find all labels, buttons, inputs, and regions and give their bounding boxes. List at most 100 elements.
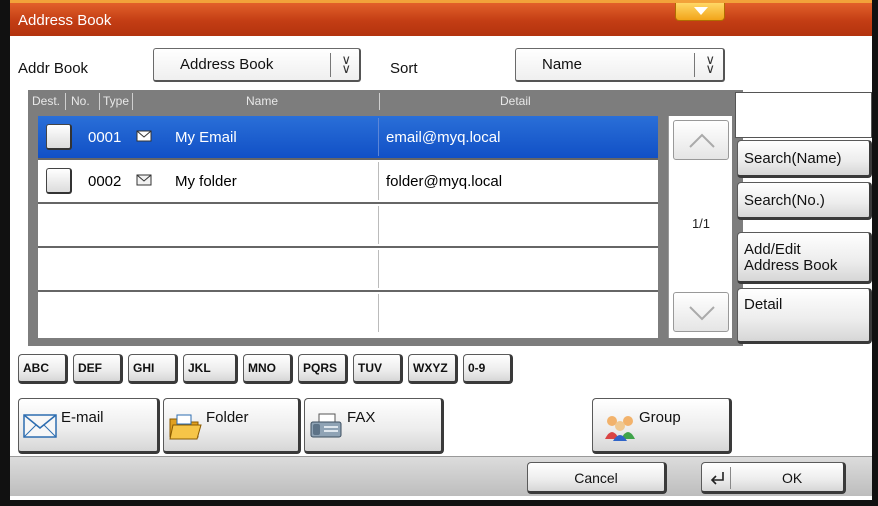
address-rows: 0001 My Email email@myq.local 0002 My fo… (38, 116, 658, 338)
ok-separator (730, 467, 731, 489)
alpha-key-pqrs[interactable]: PQRS (298, 354, 348, 384)
table-row-empty (38, 248, 658, 292)
entry-detail: email@myq.local (386, 129, 501, 146)
header-name: Name (246, 94, 279, 108)
search-name-label: Search(Name) (744, 150, 842, 167)
dropdown-separator (694, 53, 695, 77)
address-list-panel: Dest. No. Type Name Detail 0001 My Email… (28, 90, 743, 346)
column-separator (378, 162, 379, 200)
add-edit-address-book-button[interactable]: Add/Edit Address Book (737, 232, 872, 284)
folder-icon (169, 414, 202, 440)
page-indicator: 1/1 (691, 216, 711, 231)
envelope-icon (136, 130, 152, 142)
ok-label: OK (782, 470, 803, 486)
search-number-button[interactable]: Search(No.) (737, 182, 872, 220)
table-row-empty (38, 204, 658, 248)
cancel-label: Cancel (574, 470, 618, 486)
search-input[interactable] (735, 92, 872, 138)
detail-label: Detail (744, 296, 783, 313)
ok-button[interactable]: OK (701, 462, 846, 494)
dropdown-separator (330, 53, 331, 77)
search-name-button[interactable]: Search(Name) (737, 140, 872, 178)
header-dest: Dest. (32, 94, 61, 108)
title-bar: Address Book (10, 0, 872, 36)
alpha-key-tuv[interactable]: TUV (353, 354, 403, 384)
alpha-key-mno[interactable]: MNO (243, 354, 293, 384)
folder-type-label: Folder (206, 409, 249, 426)
screen: Address Book Addr Book Address Book ∨ ∨ S… (10, 0, 872, 500)
sort-dropdown[interactable]: Name ∨ ∨ (515, 48, 725, 82)
addr-book-dropdown[interactable]: Address Book ∨ ∨ (153, 48, 361, 82)
entry-number: 0002 (88, 173, 122, 190)
envelope-icon (136, 174, 152, 186)
cancel-button[interactable]: Cancel (527, 462, 667, 494)
column-separator (378, 206, 379, 244)
double-chevron-down-icon: ∨ ∨ (705, 52, 715, 76)
device-frame: Address Book Addr Book Address Book ∨ ∨ S… (0, 0, 878, 506)
alpha-key-label: ABC (23, 361, 49, 375)
chevron-up-icon (689, 133, 715, 148)
alpha-key-label: JKL (188, 361, 211, 375)
search-number-label: Search(No.) (744, 192, 825, 209)
header-detail: Detail (500, 94, 531, 108)
header-separator (99, 93, 100, 110)
envelope-icon (23, 414, 57, 438)
list-header: Dest. No. Type Name Detail (28, 90, 673, 114)
fax-type-label: FAX (347, 409, 376, 426)
addr-book-label: Addr Book (18, 60, 89, 77)
alpha-key-label: 0-9 (468, 361, 486, 375)
dest-checkbox[interactable] (46, 124, 72, 150)
entry-detail: folder@myq.local (386, 173, 503, 190)
folder-type-button[interactable]: Folder (163, 398, 301, 454)
column-separator (378, 250, 379, 288)
column-separator (378, 294, 379, 332)
entry-name: My folder (175, 173, 237, 190)
group-type-label: Group (639, 409, 681, 426)
list-scroller: 1/1 (668, 116, 732, 338)
fax-icon (310, 413, 342, 438)
chevron-down-icon (689, 306, 715, 321)
entry-number: 0001 (88, 129, 122, 146)
email-type-button[interactable]: E-mail (18, 398, 160, 454)
alpha-key-0-9[interactable]: 0-9 (463, 354, 513, 384)
column-separator (378, 118, 379, 156)
table-row[interactable]: 0002 My folder folder@myq.local (38, 160, 658, 204)
add-edit-label-line1: Add/Edit (744, 241, 801, 258)
collapse-tab[interactable] (675, 3, 725, 21)
alpha-key-ghi[interactable]: GHI (128, 354, 178, 384)
header-type: Type (103, 94, 130, 108)
group-icon (605, 416, 635, 441)
addr-book-value: Address Book (180, 56, 274, 73)
alpha-key-label: GHI (133, 361, 155, 375)
sort-label: Sort (390, 60, 418, 77)
header-separator (65, 93, 66, 110)
table-row[interactable]: 0001 My Email email@myq.local (38, 116, 658, 160)
alpha-key-jkl[interactable]: JKL (183, 354, 238, 384)
entry-name: My Email (175, 129, 237, 146)
enter-icon (710, 472, 724, 485)
alpha-key-def[interactable]: DEF (73, 354, 123, 384)
scroll-up-button[interactable] (673, 120, 729, 160)
chevron-down-icon (694, 7, 708, 15)
alpha-key-label: DEF (78, 361, 102, 375)
alpha-key-label: WXYZ (413, 361, 448, 375)
header-no: No. (71, 94, 90, 108)
scroll-down-button[interactable] (673, 292, 729, 332)
detail-button[interactable]: Detail (737, 288, 872, 344)
group-type-button[interactable]: Group (592, 398, 732, 454)
header-separator (132, 93, 133, 110)
dest-checkbox[interactable] (46, 168, 72, 194)
double-chevron-down-icon: ∨ ∨ (341, 52, 351, 76)
email-type-label: E-mail (61, 409, 104, 426)
fax-type-button[interactable]: FAX (304, 398, 444, 454)
table-row-empty (38, 292, 658, 336)
alpha-key-label: TUV (358, 361, 382, 375)
header-separator (379, 93, 380, 110)
alpha-key-wxyz[interactable]: WXYZ (408, 354, 458, 384)
alpha-key-label: MNO (248, 361, 276, 375)
alpha-key-abc[interactable]: ABC (18, 354, 68, 384)
add-edit-label-line2: Address Book (744, 257, 838, 274)
alpha-key-label: PQRS (303, 361, 338, 375)
sort-value: Name (542, 56, 583, 73)
window-title: Address Book (18, 12, 112, 29)
